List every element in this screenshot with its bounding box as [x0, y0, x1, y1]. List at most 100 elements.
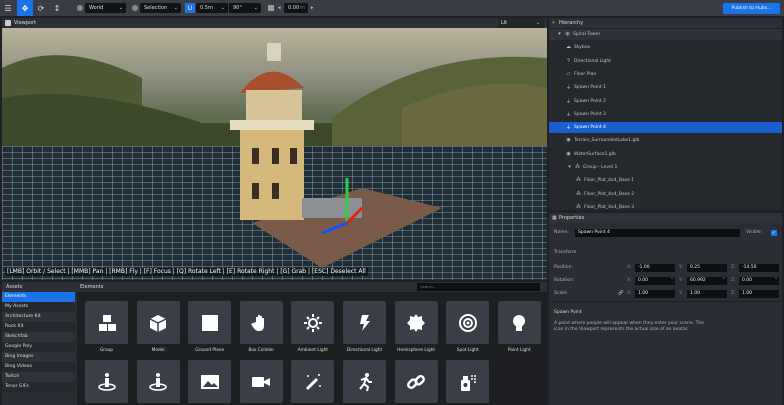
- element-tile-link[interactable]: [394, 360, 438, 403]
- assets-header: Assets: [2, 282, 75, 292]
- element-tile-video[interactable]: [239, 360, 283, 403]
- link-icon: [407, 374, 426, 389]
- axis-label: X:: [627, 291, 632, 296]
- visible-label: Visible:: [746, 230, 763, 235]
- menu-icon[interactable]: ☰: [0, 0, 16, 16]
- properties-header: ▦ Properties: [549, 213, 782, 223]
- snap-rotate-select[interactable]: 90° ⌄: [229, 3, 261, 13]
- scale-z-input[interactable]: 1.00: [739, 290, 779, 298]
- space-value: World: [89, 5, 104, 11]
- grid-increase-button[interactable]: ▸: [311, 3, 314, 13]
- asset-source-sketchfab[interactable]: Sketchfab: [2, 332, 75, 342]
- hierarchy-item-label: Skybox: [574, 45, 591, 51]
- element-tile-ground-plane[interactable]: [188, 301, 232, 344]
- hierarchy-item[interactable]: ⁂ Floor_Plat_4x4_Base 2: [549, 189, 782, 200]
- element-label: Directional Light: [346, 348, 383, 353]
- elements-grid: Group Model Ground Plane Box Collider Ambien…: [77, 292, 547, 405]
- certificate-icon: [407, 313, 426, 332]
- hierarchy-item[interactable]: ▾ ⁂ Group - Level 1: [549, 162, 782, 173]
- hierarchy-icon: ⑂: [552, 20, 556, 26]
- pivot-select[interactable]: Selection ⌄: [140, 3, 181, 13]
- link-scale-icon[interactable]: 🔗: [618, 291, 624, 296]
- snap-magnet-icon[interactable]: U: [185, 3, 195, 13]
- image-icon: [200, 374, 219, 389]
- spray-can-icon: [460, 374, 476, 391]
- hierarchy-item[interactable]: ▱ Floor Plan: [549, 69, 782, 80]
- viewport-controls-hint: [LMB] Orbit / Select | [MMB] Pan | [RMB]…: [5, 268, 368, 276]
- bolt-icon: ϟ: [566, 57, 571, 64]
- hierarchy-item[interactable]: ϟ Directional Light: [549, 56, 782, 67]
- hierarchy-item[interactable]: ⍊ Spawn Point 4: [549, 122, 782, 134]
- hierarchy-item[interactable]: ▾ ◍ Spiral Tower: [549, 29, 782, 40]
- viewport-panel: Viewport Lit ⌄ [LMB] Orbit / Select | [MM…: [2, 18, 547, 280]
- element-tile-hemisphere-light[interactable]: [394, 301, 438, 344]
- element-tile-box-collider[interactable]: [239, 301, 283, 344]
- chevron-down-icon[interactable]: ▾: [567, 162, 572, 173]
- rotation-y-input[interactable]: 60.992 °: [687, 277, 727, 285]
- snap-translate-select[interactable]: 0.5m ⌄: [196, 3, 228, 13]
- rotation-z-input[interactable]: 0.00 °: [739, 277, 779, 285]
- toolbar: ☰ ✥ ⟳ ↕ World ⌄ Selection ⌄ U 0.5m ⌄ 90° ⌄ ◂…: [0, 0, 784, 16]
- scene-canvas[interactable]: [LMB] Orbit / Select | [MMB] Pan | [RMB]…: [2, 28, 547, 280]
- element-tile-running[interactable]: [343, 360, 386, 403]
- scale-x-input[interactable]: 1.00: [635, 290, 675, 298]
- asset-source-architecture-kit[interactable]: Architecture Kit: [2, 312, 75, 322]
- scale-icon[interactable]: ↕: [49, 0, 65, 16]
- asset-source-rock-kit[interactable]: Rock Kit: [2, 322, 75, 332]
- hierarchy-item-label: Spawn Point 3: [574, 111, 606, 117]
- element-tile-directional-light[interactable]: [343, 301, 386, 344]
- hierarchy-item[interactable]: ⍊ Spawn Point 2: [549, 96, 782, 107]
- element-tile-spawn-point[interactable]: [85, 360, 128, 403]
- element-tile-point-light[interactable]: [497, 301, 541, 344]
- rotation-x-input[interactable]: 0.00 °: [635, 277, 675, 285]
- element-tile-magic-wand[interactable]: [291, 360, 335, 403]
- scale-z-value: 1.00: [742, 291, 753, 296]
- hierarchy-item[interactable]: ☁ Skybox: [549, 42, 782, 53]
- element-tile-spot-light[interactable]: [446, 301, 490, 344]
- move-icon[interactable]: ✥: [17, 0, 33, 16]
- rotate-icon[interactable]: ⟳: [33, 0, 49, 16]
- hierarchy-item[interactable]: ◉ WaterSurface1.glb: [549, 149, 782, 160]
- asset-source-google-poly[interactable]: Google Poly: [2, 342, 75, 352]
- element-tile-ambient-light[interactable]: [291, 301, 335, 344]
- hand-icon: [251, 314, 265, 331]
- element-tile-spray-can[interactable]: [446, 360, 490, 403]
- axis-label: Y:: [679, 278, 683, 283]
- element-label: Spot Light: [456, 348, 479, 353]
- position-z-input[interactable]: -14.50: [739, 264, 779, 272]
- properties-icon: ▦: [552, 215, 557, 221]
- asset-source-my-assets[interactable]: My Assets: [2, 302, 75, 312]
- hierarchy-item[interactable]: ⍊ Spawn Point 3: [549, 109, 782, 120]
- element-tile-image[interactable]: [188, 360, 232, 403]
- asset-source-twitch[interactable]: Twitch: [2, 372, 75, 382]
- grid-icon[interactable]: [268, 5, 274, 11]
- publish-button[interactable]: Publish to Hubs...: [723, 3, 780, 14]
- rotation-label: Rotation:: [554, 278, 575, 283]
- hierarchy-item[interactable]: ⍊ Spawn Point 1: [549, 82, 782, 93]
- grid-decrease-button[interactable]: ◂: [278, 3, 281, 13]
- asset-search-input[interactable]: [417, 283, 540, 291]
- space-select[interactable]: World ⌄: [85, 3, 126, 13]
- asset-source-bing-videos[interactable]: Bing Videos: [2, 362, 75, 372]
- hierarchy-item[interactable]: ⁂ Floor_Plat_4x4_Base 1: [549, 175, 782, 186]
- visible-checkbox[interactable]: ✓: [771, 230, 777, 236]
- chevron-down-icon[interactable]: ▾: [557, 29, 562, 40]
- asset-source-elements[interactable]: Elements: [2, 292, 75, 302]
- position-y-input[interactable]: 0.25: [687, 264, 727, 272]
- element-tile-group[interactable]: [85, 301, 128, 344]
- hierarchy-item[interactable]: ◉ Terrain_SurroundedLake1.glb: [549, 135, 782, 146]
- asset-source-bing-images[interactable]: Bing Images: [2, 352, 75, 362]
- asset-source-tenor-gifs[interactable]: Tenor GIFs: [2, 382, 75, 392]
- cubes-icon: ⁂: [575, 164, 580, 170]
- scale-y-input[interactable]: 1.00: [687, 290, 727, 298]
- position-x-input[interactable]: -1.00: [635, 264, 675, 272]
- name-input[interactable]: Spawn Point 4: [575, 229, 740, 237]
- grid-height-input[interactable]: 0.00 m: [284, 3, 308, 13]
- render-mode-select[interactable]: Lit ⌄: [498, 18, 544, 28]
- tower-model: [230, 43, 442, 268]
- element-tile-model[interactable]: [136, 301, 180, 344]
- hierarchy-item[interactable]: ⁂ Floor_Plat_4x4_Base 3: [549, 202, 782, 210]
- element-tile-spawn-point[interactable]: [136, 360, 180, 403]
- model-icon: ◉: [566, 137, 571, 144]
- hierarchy-item-label: Floor Plan: [574, 71, 597, 77]
